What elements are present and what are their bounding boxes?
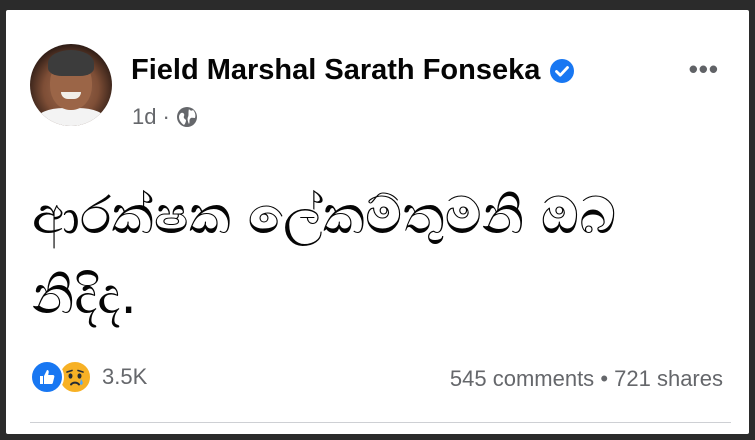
stats-separator: • xyxy=(600,366,609,391)
verified-badge-icon xyxy=(549,58,575,84)
post-card: Field Marshal Sarath Fonseka 1d · ••• ආර… xyxy=(6,10,749,434)
post-time[interactable]: 1d xyxy=(132,104,156,130)
post-meta: 1d · xyxy=(132,104,198,130)
more-options-icon[interactable]: ••• xyxy=(689,54,719,85)
author-name[interactable]: Field Marshal Sarath Fonseka xyxy=(131,54,540,87)
reactions-summary[interactable]: 3.5K xyxy=(30,360,147,394)
shares-count[interactable]: 721 shares xyxy=(614,366,723,391)
author-avatar[interactable] xyxy=(30,44,112,126)
like-reaction-icon xyxy=(30,360,64,394)
globe-icon[interactable] xyxy=(176,106,198,128)
avatar-shirt xyxy=(36,108,106,126)
author-name-row: Field Marshal Sarath Fonseka xyxy=(131,54,575,87)
comments-count[interactable]: 545 comments xyxy=(450,366,594,391)
post-text: ආරක්ෂක ලේකම්තුමනි ඔබ නිදිද. xyxy=(32,186,617,326)
reaction-count: 3.5K xyxy=(102,364,148,389)
footer-divider xyxy=(30,422,731,423)
avatar-hair xyxy=(48,50,94,76)
post-header: Field Marshal Sarath Fonseka 1d · ••• xyxy=(28,42,729,132)
engagement-stats: 545 comments • 721 shares xyxy=(450,366,723,392)
screenshot-frame: Field Marshal Sarath Fonseka 1d · ••• ආර… xyxy=(0,0,755,440)
post-footer: 3.5K 545 comments • 721 shares xyxy=(30,360,723,400)
meta-separator: · xyxy=(162,104,170,129)
